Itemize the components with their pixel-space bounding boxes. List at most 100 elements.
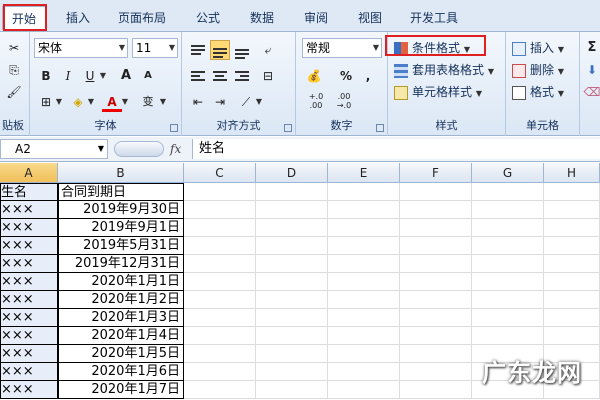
cell-a[interactable]: ×××	[0, 327, 58, 345]
cell-b[interactable]: 2019年9月30日	[58, 201, 184, 219]
empty-cell[interactable]	[400, 201, 472, 219]
format-painter-icon[interactable]: 🖌	[4, 82, 24, 102]
empty-cell[interactable]	[184, 255, 256, 273]
accounting-format-icon[interactable]: 💰	[304, 66, 324, 86]
delete-cells-button[interactable]: 删除 ▼	[512, 60, 578, 80]
insert-cells-button[interactable]: 插入 ▼	[512, 38, 578, 58]
font-dialog-launcher-icon[interactable]	[170, 124, 178, 132]
empty-cell[interactable]	[184, 201, 256, 219]
column-header-h[interactable]: H	[544, 163, 600, 183]
align-top-icon[interactable]	[188, 40, 208, 60]
percent-button[interactable]: %	[336, 66, 356, 86]
align-middle-icon[interactable]	[210, 40, 230, 60]
empty-cell[interactable]	[400, 219, 472, 237]
tab-developer[interactable]: 开发工具	[402, 6, 466, 30]
empty-cell[interactable]	[328, 255, 400, 273]
align-right-icon[interactable]	[232, 66, 252, 86]
cell-a[interactable]: ×××	[0, 291, 58, 309]
chevron-down-icon[interactable]: ▼	[98, 66, 108, 86]
column-header-e[interactable]: E	[328, 163, 400, 183]
align-left-icon[interactable]	[188, 66, 208, 86]
insert-function-button[interactable]: fx	[170, 139, 192, 159]
column-header-a[interactable]: A	[0, 163, 58, 183]
cell-b[interactable]: 2020年1月1日	[58, 273, 184, 291]
chevron-down-icon[interactable]: ▼	[86, 92, 96, 112]
align-bottom-icon[interactable]	[232, 40, 252, 60]
alignment-dialog-launcher-icon[interactable]	[284, 124, 292, 132]
cell-b[interactable]: 2020年1月4日	[58, 327, 184, 345]
column-header-f[interactable]: F	[400, 163, 472, 183]
empty-cell[interactable]	[328, 219, 400, 237]
empty-cell[interactable]	[544, 309, 600, 327]
increase-indent-icon[interactable]: ⇥	[210, 92, 230, 112]
formula-bar-resize-handle[interactable]	[114, 141, 164, 157]
cell-b[interactable]: 2020年1月3日	[58, 309, 184, 327]
empty-cell[interactable]	[184, 219, 256, 237]
column-header-g[interactable]: G	[472, 163, 544, 183]
empty-cell[interactable]	[544, 327, 600, 345]
cell-a[interactable]: ×××	[0, 219, 58, 237]
cell-b[interactable]: 2020年1月7日	[58, 381, 184, 399]
cell-a[interactable]: ×××	[0, 309, 58, 327]
empty-cell[interactable]	[544, 291, 600, 309]
border-icon[interactable]: ⊞	[36, 92, 56, 112]
empty-cell[interactable]	[328, 273, 400, 291]
font-name-select[interactable]: 宋体 ▼	[34, 38, 128, 58]
cell-b[interactable]: 合同到期日	[58, 183, 184, 201]
name-box[interactable]: A2 ▼	[0, 139, 108, 159]
number-format-select[interactable]: 常规 ▼	[302, 38, 382, 58]
merge-center-icon[interactable]: ⊟	[258, 66, 278, 86]
empty-cell[interactable]	[400, 291, 472, 309]
decrease-indent-icon[interactable]: ⇤	[188, 92, 208, 112]
empty-cell[interactable]	[472, 237, 544, 255]
empty-cell[interactable]	[256, 201, 328, 219]
cell-a[interactable]: ×××	[0, 273, 58, 291]
cell-b[interactable]: 2020年1月6日	[58, 363, 184, 381]
empty-cell[interactable]	[328, 381, 400, 399]
empty-cell[interactable]	[544, 237, 600, 255]
column-header-b[interactable]: B	[58, 163, 184, 183]
empty-cell[interactable]	[256, 237, 328, 255]
empty-cell[interactable]	[400, 345, 472, 363]
empty-cell[interactable]	[256, 327, 328, 345]
align-center-icon[interactable]	[210, 66, 230, 86]
empty-cell[interactable]	[328, 237, 400, 255]
empty-cell[interactable]	[544, 255, 600, 273]
empty-cell[interactable]	[472, 183, 544, 201]
cell-b[interactable]: 2020年1月5日	[58, 345, 184, 363]
number-dialog-launcher-icon[interactable]	[376, 124, 384, 132]
empty-cell[interactable]	[472, 255, 544, 273]
format-cells-button[interactable]: 格式 ▼	[512, 82, 578, 102]
tab-page-layout[interactable]: 页面布局	[110, 6, 174, 30]
empty-cell[interactable]	[256, 273, 328, 291]
tab-insert[interactable]: 插入	[56, 6, 100, 30]
italic-button[interactable]: I	[58, 66, 78, 86]
tab-formulas[interactable]: 公式	[186, 6, 230, 30]
conditional-formatting-button[interactable]: 条件格式 ▼	[394, 38, 500, 58]
empty-cell[interactable]	[328, 363, 400, 381]
tab-view[interactable]: 视图	[348, 6, 392, 30]
empty-cell[interactable]	[400, 381, 472, 399]
empty-cell[interactable]	[184, 291, 256, 309]
empty-cell[interactable]	[472, 219, 544, 237]
empty-cell[interactable]	[472, 273, 544, 291]
cell-b[interactable]: 2020年1月2日	[58, 291, 184, 309]
chevron-down-icon[interactable]: ▼	[254, 92, 264, 112]
empty-cell[interactable]	[184, 309, 256, 327]
empty-cell[interactable]	[400, 273, 472, 291]
autosum-button[interactable]: Σ	[582, 38, 600, 58]
cell-a[interactable]: 生名	[0, 183, 58, 201]
column-header-d[interactable]: D	[256, 163, 328, 183]
empty-cell[interactable]	[256, 183, 328, 201]
phonetic-button[interactable]: 变	[138, 92, 158, 112]
empty-cell[interactable]	[400, 363, 472, 381]
cell-a[interactable]: ×××	[0, 255, 58, 273]
empty-cell[interactable]	[472, 309, 544, 327]
empty-cell[interactable]	[544, 219, 600, 237]
copy-icon[interactable]: ⎘	[4, 60, 24, 80]
fill-icon[interactable]: ⬇	[582, 60, 600, 80]
grow-font-button[interactable]: A	[116, 66, 136, 86]
empty-cell[interactable]	[328, 345, 400, 363]
cell-a[interactable]: ×××	[0, 201, 58, 219]
empty-cell[interactable]	[544, 183, 600, 201]
